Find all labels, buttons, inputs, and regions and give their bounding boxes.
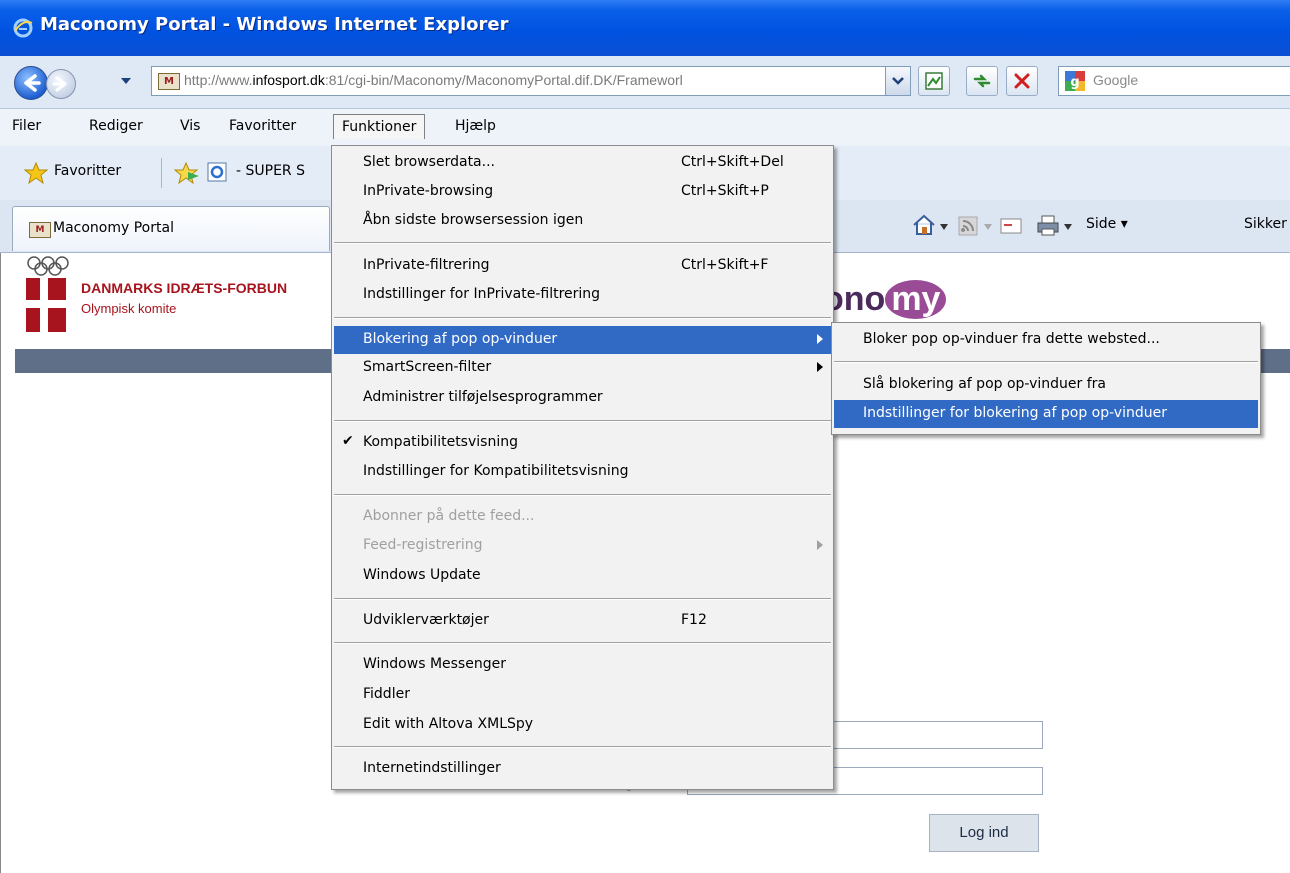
favorites-star-icon[interactable] (24, 162, 48, 184)
menu-separator (334, 494, 831, 496)
tab-label: Maconomy Portal (53, 220, 174, 236)
submenu-arrow-icon (817, 334, 823, 344)
address-url[interactable]: http://www.infosport.dk:81/cgi-bin/Macon… (184, 72, 683, 88)
org-subtitle: Olympisk komite (81, 301, 177, 316)
ie-logo-icon (13, 18, 33, 38)
forward-arrow-icon (52, 76, 67, 92)
menu-item-inprivate-filtering[interactable]: InPrivate-filtrering Ctrl+Skift+F (334, 252, 831, 280)
menu-item-popup-blocker[interactable]: Blokering af pop op-vinduer (334, 326, 831, 354)
menu-item-inprivate-filtering-settings[interactable]: Indstillinger for InPrivate-filtrering (334, 281, 831, 309)
menu-separator (834, 361, 1258, 363)
funktioner-menu: Slet browserdata... Ctrl+Skift+Del InPriv… (331, 145, 834, 790)
menu-filer[interactable]: Filer (12, 118, 41, 134)
history-dropdown-icon[interactable] (120, 76, 132, 86)
forward-button[interactable] (46, 69, 76, 99)
add-favorite-icon[interactable] (174, 162, 200, 184)
menu-item-compatibility-view[interactable]: ✔ Kompatibilitetsvisning (334, 429, 831, 457)
submenu-item-blocker-settings[interactable]: Indstillinger for blokering af pop op-vi… (834, 400, 1258, 428)
menu-item-inprivate-browsing[interactable]: InPrivate-browsing Ctrl+Skift+P (334, 178, 831, 206)
address-bar[interactable]: M http://www.infosport.dk:81/cgi-bin/Mac… (151, 66, 887, 96)
chevron-down-icon[interactable] (1064, 224, 1072, 230)
chevron-down-icon[interactable] (984, 224, 992, 230)
refresh-button[interactable] (966, 66, 998, 96)
compatibility-view-button[interactable] (918, 66, 950, 96)
print-icon[interactable] (1036, 215, 1060, 237)
menu-separator (334, 598, 831, 600)
menu-separator (334, 642, 831, 644)
mail-icon[interactable] (1000, 217, 1022, 235)
stop-button[interactable] (1006, 66, 1038, 96)
compatibility-icon (925, 72, 943, 90)
submenu-item-block-site[interactable]: Bloker pop op-vinduer fra dette websted.… (834, 326, 1258, 354)
navigation-bar: M http://www.infosport.dk:81/cgi-bin/Mac… (0, 56, 1290, 109)
submenu-item-disable-blocker[interactable]: Slå blokering af pop op-vinduer fra (834, 371, 1258, 399)
menu-item-subscribe-feed: Abonner på dette feed... (363, 508, 535, 524)
maconomy-logo: ono my (823, 280, 947, 319)
back-arrow-icon (24, 74, 41, 92)
tab-maconomy-portal[interactable]: M Maconomy Portal (12, 206, 330, 251)
olympic-rings-icon (27, 256, 69, 276)
popup-blocker-submenu: Bloker pop op-vinduer fra dette websted.… (831, 322, 1261, 435)
menu-item-windows-update[interactable]: Windows Update (334, 562, 831, 590)
search-input[interactable]: g Google (1058, 66, 1290, 96)
title-bar: Maconomy Portal - Windows Internet Explo… (0, 0, 1290, 56)
favorites-button[interactable]: Favoritter (54, 163, 121, 179)
back-button[interactable] (14, 66, 48, 100)
menu-separator (334, 317, 831, 319)
menu-item-internet-options[interactable]: Internetindstillinger (334, 755, 831, 783)
menu-separator (334, 242, 831, 244)
dif-flag-logo (26, 278, 66, 332)
login-button[interactable]: Log ind (929, 814, 1039, 852)
home-icon[interactable] (912, 214, 936, 236)
favorites-link[interactable]: - SUPER S (236, 163, 305, 179)
menu-hjaelp[interactable]: Hjælp (455, 118, 496, 134)
menu-item-compatibility-settings[interactable]: Indstillinger for Kompatibilitetsvisning (334, 458, 831, 486)
menu-item-delete-browsing-data[interactable]: Slet browserdata... Ctrl+Skift+Del (334, 149, 831, 177)
svg-text:g: g (1070, 75, 1079, 90)
site-favicon-icon: M (158, 73, 180, 90)
submenu-arrow-icon (817, 362, 823, 372)
menu-item-fiddler[interactable]: Fiddler (334, 681, 831, 709)
checkmark-icon: ✔ (342, 433, 354, 449)
window-title: Maconomy Portal - Windows Internet Explo… (40, 14, 509, 35)
divider (161, 158, 162, 188)
menu-separator (334, 420, 831, 422)
submenu-arrow-icon (817, 540, 823, 550)
menu-separator (334, 746, 831, 748)
rss-feed-icon[interactable] (958, 216, 978, 236)
menu-item-reopen-session[interactable]: Åbn sidste browsersession igen (334, 207, 831, 235)
close-icon (1014, 73, 1030, 89)
menu-bar: Filer Rediger Vis Favoritter Funktioner … (0, 109, 1290, 146)
address-dropdown-button[interactable] (885, 66, 911, 96)
chevron-down-icon[interactable] (940, 224, 948, 230)
chevron-down-icon (892, 77, 904, 85)
menu-vis[interactable]: Vis (180, 118, 200, 134)
menu-funktioner[interactable]: Funktioner (333, 114, 426, 139)
google-icon: g (1065, 71, 1085, 91)
menu-item-developer-tools[interactable]: Udviklerværktøjer F12 (334, 607, 831, 635)
safety-menu-button[interactable]: Sikker (1244, 216, 1287, 232)
menu-favoritter[interactable]: Favoritter (229, 118, 296, 134)
menu-item-manage-addons[interactable]: Administrer tilføjelsesprogrammer (334, 384, 831, 412)
menu-item-feed-discovery: Feed-registrering (334, 532, 831, 560)
menu-item-smartscreen-filter[interactable]: SmartScreen-filter (334, 354, 831, 382)
ie-page-icon[interactable] (206, 161, 228, 183)
menu-item-windows-messenger[interactable]: Windows Messenger (334, 651, 831, 679)
org-name: DANMARKS IDRÆTS-FORBUN (81, 280, 288, 296)
tab-favicon-icon: M (29, 222, 51, 238)
search-placeholder: Google (1093, 72, 1139, 88)
page-menu-button[interactable]: Side ▾ (1086, 216, 1128, 232)
menu-item-edit-xmlspy[interactable]: Edit with Altova XMLSpy (334, 711, 831, 739)
menu-rediger[interactable]: Rediger (89, 118, 143, 134)
refresh-icon (973, 74, 991, 88)
